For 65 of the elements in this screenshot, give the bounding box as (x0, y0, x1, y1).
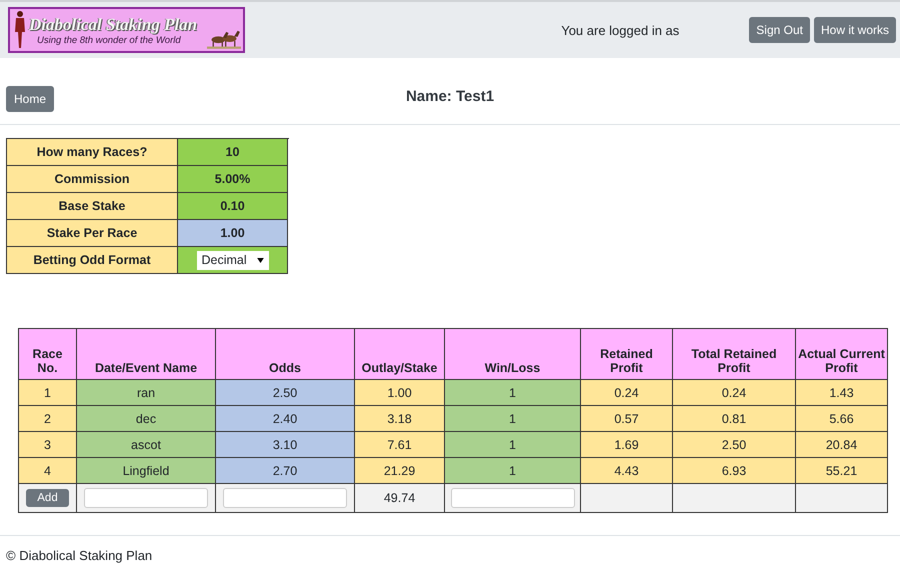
total-cell: 49.74 (354, 484, 444, 512)
table-cell: Lingfield (76, 458, 216, 484)
logo-subtitle: Using the 8th wonder of the World (37, 34, 182, 46)
table-cell: 4.43 (580, 458, 672, 484)
figure-icon (13, 10, 27, 50)
table-cell: 2.40 (216, 406, 354, 432)
table-cell: 1 (444, 406, 580, 432)
login-text: You are logged in as (561, 22, 680, 38)
setting-label: Commission (7, 166, 178, 193)
table-cell: 1 (18, 380, 76, 406)
caret-icon (256, 258, 264, 262)
column-header: Win/Loss (444, 328, 580, 380)
input-field[interactable] (84, 488, 208, 508)
table-cell: 1 (444, 380, 580, 406)
table-cell: 3.10 (216, 432, 354, 458)
footer-text: © Diabolical Staking Plan (6, 548, 152, 563)
table-cell: 21.29 (354, 458, 444, 484)
column-header: Date/Event Name (76, 328, 216, 380)
column-header: Actual Current Profit (796, 328, 888, 380)
setting-label: Base Stake (7, 193, 178, 220)
table-cell: dec (76, 406, 216, 432)
setting-label: Betting Odd Format (7, 247, 178, 274)
header-button[interactable]: Sign Out (749, 17, 810, 43)
add-button[interactable]: Add (26, 489, 69, 507)
input-field[interactable] (223, 488, 347, 508)
table-cell: 3.18 (354, 406, 444, 432)
column-header: Total Retained Profit (672, 328, 796, 380)
table-cell: 0.57 (580, 406, 672, 432)
table-cell: ran (76, 380, 216, 406)
table-cell: 0.81 (672, 406, 796, 432)
table-cell: 5.66 (796, 406, 888, 432)
setting-value: 0.10 (178, 193, 288, 220)
table-cell: 2.50 (672, 432, 796, 458)
table-cell: 4 (18, 458, 76, 484)
table-cell: 3 (18, 432, 76, 458)
table-cell: 1 (444, 432, 580, 458)
table-cell: ascot (76, 432, 216, 458)
table-cell: 2 (18, 406, 76, 432)
setting-value: 5.00% (178, 166, 288, 193)
format-dropdown[interactable]: Decimal (196, 250, 268, 270)
table-cell: 6.93 (672, 458, 796, 484)
setting-label: How many Races? (7, 139, 178, 166)
header-button[interactable]: How it works (814, 17, 896, 43)
page-title: Name: Test1 (406, 88, 494, 105)
column-header: Odds (216, 328, 354, 380)
setting-value: 1.00 (178, 220, 288, 247)
table-cell: 1.00 (354, 380, 444, 406)
table-cell: 0.24 (580, 380, 672, 406)
column-header: Retained Profit (580, 328, 672, 380)
table-cell: 1 (444, 458, 580, 484)
setting-value: 10 (178, 139, 288, 166)
table-cell: 55.21 (796, 458, 888, 484)
table-cell: 1.69 (580, 432, 672, 458)
table-cell: 7.61 (354, 432, 444, 458)
table-cell: 0.24 (672, 380, 796, 406)
table-cell: 20.84 (796, 432, 888, 458)
table-cell: 1.43 (796, 380, 888, 406)
table-cell: 2.70 (216, 458, 354, 484)
home-button[interactable]: Home (6, 86, 54, 112)
column-header: Race No. (18, 328, 76, 380)
table-cell: 2.50 (216, 380, 354, 406)
input-field[interactable] (450, 488, 574, 508)
logo-title: Diabolical Staking Plan (29, 14, 198, 34)
setting-label: Stake Per Race (7, 220, 178, 247)
column-header: Outlay/Stake (354, 328, 444, 380)
